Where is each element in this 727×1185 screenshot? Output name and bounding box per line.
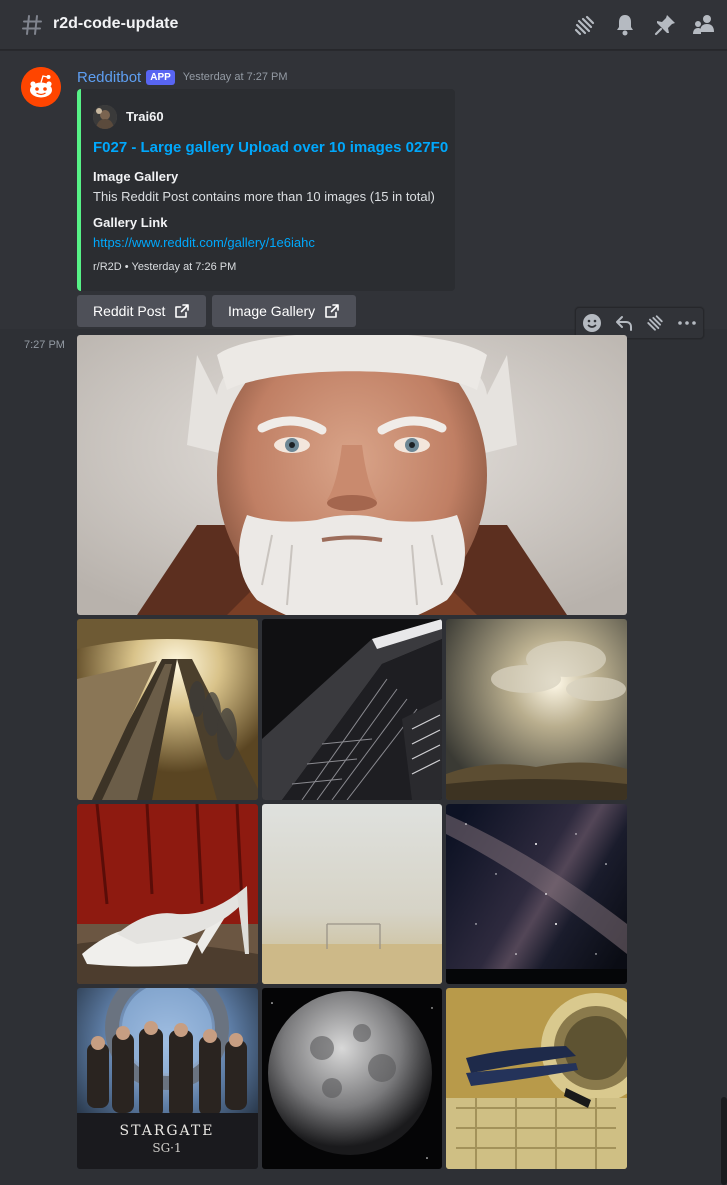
- milky-way-image[interactable]: [446, 804, 627, 984]
- white-shoes-image[interactable]: [77, 804, 258, 984]
- field-value-image-gallery: This Reddit Post contains more than 10 i…: [93, 189, 435, 204]
- message-header: Redditbot APP Yesterday at 7:27 PM: [77, 67, 288, 87]
- reply-icon: [615, 316, 632, 331]
- escalator-image[interactable]: [77, 619, 258, 800]
- author-name[interactable]: Redditbot: [77, 69, 141, 86]
- reddit-post-button[interactable]: Reddit Post: [77, 295, 207, 327]
- moon-image[interactable]: [262, 988, 442, 1169]
- embed-author-avatar: [93, 105, 117, 129]
- field-name-gallery-link: Gallery Link: [93, 215, 168, 230]
- reply-button[interactable]: [608, 308, 640, 338]
- more-icon: [678, 321, 696, 325]
- hash-icon: [22, 15, 42, 35]
- bell-icon[interactable]: [612, 12, 638, 38]
- scrollbar[interactable]: [721, 1097, 727, 1185]
- reddit-embed: Trai60 F027 - Large gallery Upload over …: [77, 89, 455, 291]
- app-badge: APP: [146, 69, 175, 85]
- add-reaction-button[interactable]: [576, 308, 608, 338]
- reddit-logo-icon: [21, 67, 61, 107]
- building-image[interactable]: [262, 619, 442, 800]
- image-gallery-button[interactable]: Image Gallery: [212, 295, 357, 327]
- more-button[interactable]: [671, 308, 703, 338]
- reddit-post-button-label: Reddit Post: [93, 303, 166, 319]
- embed-title-link[interactable]: F027 - Large gallery Upload over 10 imag…: [93, 139, 448, 156]
- stargate-logo-text: STARGATE: [120, 1123, 215, 1139]
- channel-header: r2d-code-update: [0, 0, 727, 50]
- embed-author-name[interactable]: Trai60: [126, 109, 164, 124]
- clouds-image[interactable]: [446, 619, 627, 800]
- stargate-image[interactable]: STARGATE SG·1: [77, 988, 258, 1169]
- laundry-image[interactable]: [446, 988, 627, 1169]
- foggy-desert-image[interactable]: [262, 804, 442, 984]
- external-link-icon: [175, 304, 190, 318]
- field-name-image-gallery: Image Gallery: [93, 169, 179, 184]
- pin-icon[interactable]: [652, 12, 678, 38]
- stargate-sub-text: SG·1: [152, 1141, 181, 1155]
- channel-name: r2d-code-update: [53, 15, 179, 32]
- image-gallery-button-label: Image Gallery: [228, 303, 316, 319]
- discord-window: r2d-code-update Redditbot APP Yesterday …: [0, 0, 727, 1185]
- external-link-icon: [325, 304, 339, 318]
- add-reaction-icon: [582, 314, 601, 332]
- create-thread-button[interactable]: [640, 308, 672, 338]
- create-thread-icon: [647, 315, 664, 331]
- side-timestamp[interactable]: 7:27 PM: [24, 339, 65, 351]
- old-man-portrait-image[interactable]: [77, 335, 627, 615]
- embed-footer: r/R2D • Yesterday at 7:26 PM: [93, 261, 237, 273]
- members-icon[interactable]: [691, 12, 717, 38]
- threads-icon[interactable]: [572, 12, 598, 38]
- gallery-link[interactable]: https://www.reddit.com/gallery/1e6iahc: [93, 235, 315, 250]
- message-timestamp[interactable]: Yesterday at 7:27 PM: [183, 71, 288, 83]
- avatar[interactable]: [21, 67, 61, 107]
